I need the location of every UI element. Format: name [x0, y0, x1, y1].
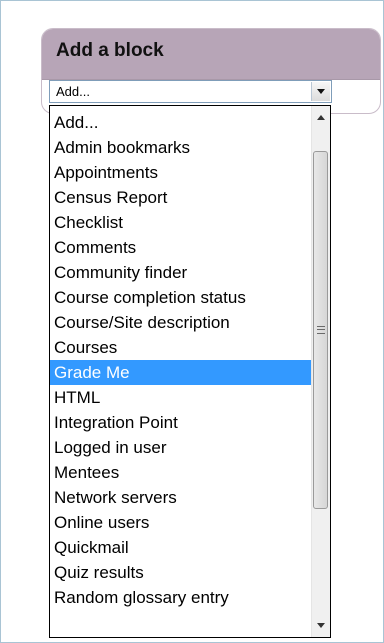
- dropdown-option[interactable]: Logged in user: [50, 435, 313, 460]
- dropdown-option[interactable]: Admin bookmarks: [50, 135, 313, 160]
- dropdown-option[interactable]: Community finder: [50, 260, 313, 285]
- dropdown-option[interactable]: Comments: [50, 235, 313, 260]
- dropdown-option[interactable]: Add...: [50, 110, 313, 135]
- options-list: Add... Admin bookmarks Appointments Census …: [50, 110, 313, 610]
- dropdown-option[interactable]: Grade Me: [50, 360, 313, 385]
- dropdown-scrollbar[interactable]: [311, 106, 330, 637]
- dropdown-option[interactable]: Online users: [50, 510, 313, 535]
- dropdown-option[interactable]: Mentees: [50, 460, 313, 485]
- grip-lines-icon: [317, 326, 325, 334]
- block-header: Add a block: [42, 29, 380, 80]
- page-frame: Add a block Add... Add... Admin bookmarks…: [0, 0, 384, 643]
- dropdown-option[interactable]: Checklist: [50, 210, 313, 235]
- dropdown-option[interactable]: Network servers: [50, 485, 313, 510]
- block-options-dropdown[interactable]: Add... Admin bookmarks Appointments Census …: [49, 105, 331, 638]
- chevron-down-icon[interactable]: [311, 82, 330, 101]
- dropdown-option[interactable]: Quickmail: [50, 535, 313, 560]
- add-block-select[interactable]: Add...: [49, 80, 332, 103]
- dropdown-option[interactable]: Random glossary entry: [50, 585, 313, 610]
- dropdown-option[interactable]: Quiz results: [50, 560, 313, 585]
- dropdown-option[interactable]: Course/Site description: [50, 310, 313, 335]
- dropdown-option[interactable]: HTML: [50, 385, 313, 410]
- dropdown-option[interactable]: Course completion status: [50, 285, 313, 310]
- dropdown-option[interactable]: Census Report: [50, 185, 313, 210]
- block-title: Add a block: [56, 40, 164, 61]
- dropdown-option[interactable]: Appointments: [50, 160, 313, 185]
- select-current-value: Add...: [56, 84, 90, 99]
- scroll-up-arrow-icon[interactable]: [312, 108, 330, 126]
- dropdown-option[interactable]: Integration Point: [50, 410, 313, 435]
- dropdown-option[interactable]: Courses: [50, 335, 313, 360]
- scroll-down-arrow-icon[interactable]: [312, 617, 330, 635]
- scroll-thumb[interactable]: [313, 151, 328, 509]
